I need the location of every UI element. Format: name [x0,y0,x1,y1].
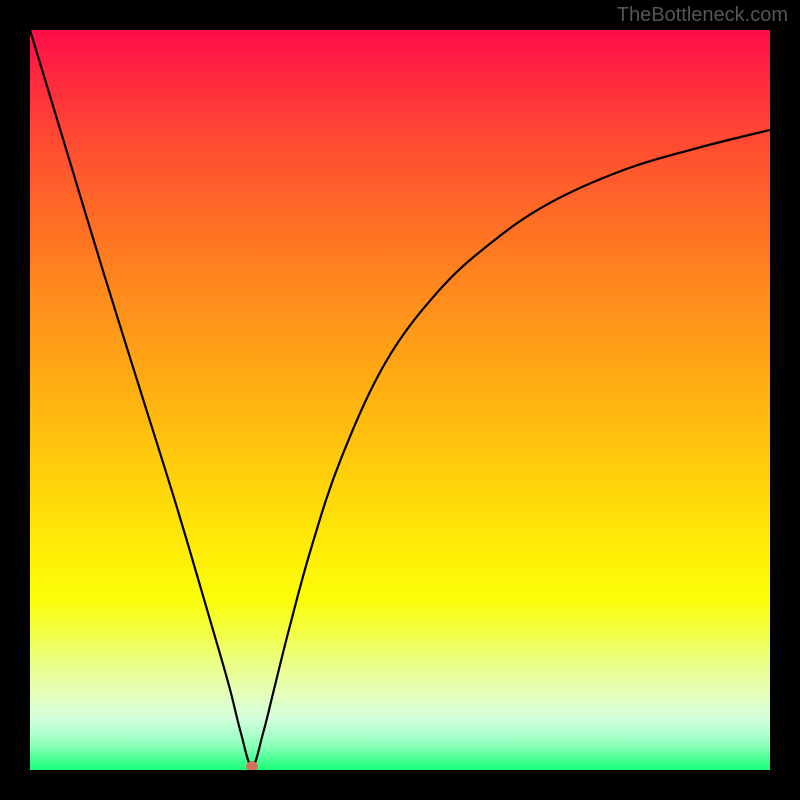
curve-path [30,30,770,766]
curve-svg [30,30,770,770]
watermark-label: TheBottleneck.com [617,4,788,27]
plot-area [30,30,770,770]
